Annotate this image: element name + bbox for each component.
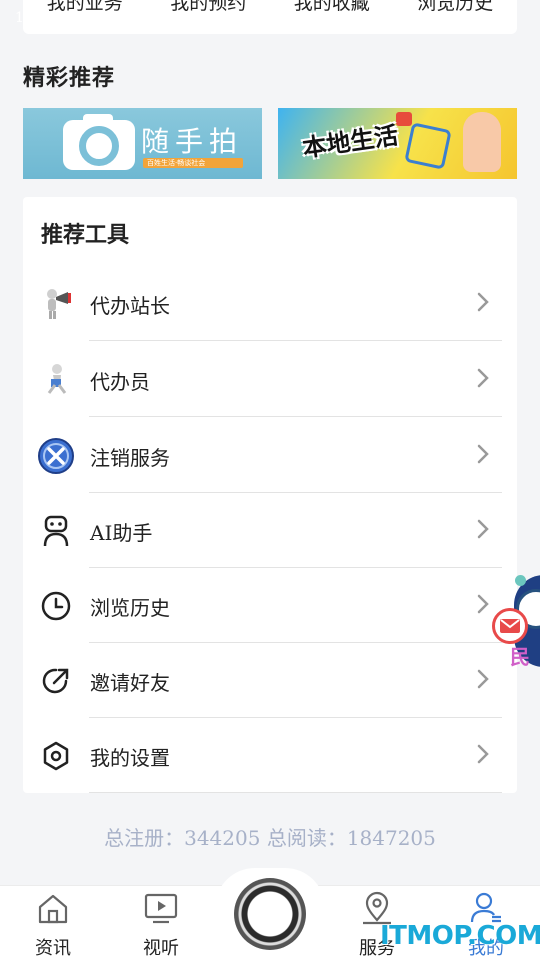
tab-news[interactable]: 资讯 bbox=[13, 886, 93, 960]
tool-label: 我的设置 bbox=[90, 746, 170, 770]
stats-text: 总注册：344205 总阅读：1847205 bbox=[104, 826, 436, 850]
banner-local-life-title: 本地生活 bbox=[300, 121, 400, 163]
robot-icon bbox=[37, 512, 75, 550]
floating-dot bbox=[515, 575, 526, 586]
shopping-cart-icon bbox=[404, 122, 452, 170]
chevron-right-icon bbox=[477, 444, 489, 464]
shortcut-my-business[interactable]: 我的业务 bbox=[47, 0, 123, 15]
banner-snapshot-title: 随手拍 bbox=[141, 125, 244, 158]
share-arrow-icon bbox=[37, 662, 75, 700]
shortcut-my-favorites[interactable]: 我的收藏 bbox=[294, 0, 370, 15]
chevron-right-icon bbox=[477, 669, 489, 689]
chevron-right-icon bbox=[477, 744, 489, 764]
watermark: ITMOP.COM bbox=[380, 921, 540, 951]
tools-title: 推荐工具 bbox=[41, 222, 130, 248]
mail-icon bbox=[500, 619, 520, 633]
divider bbox=[89, 416, 502, 417]
tool-label: 注销服务 bbox=[90, 446, 170, 470]
tool-item-agent[interactable]: 代办员 bbox=[23, 342, 517, 417]
chevron-right-icon bbox=[477, 368, 489, 388]
cancel-x-icon bbox=[37, 437, 75, 475]
shortcut-history[interactable]: 浏览历史 bbox=[417, 0, 493, 15]
clock-icon bbox=[37, 587, 75, 625]
running-person-icon bbox=[37, 361, 75, 399]
tab-label: 视听 bbox=[143, 938, 179, 959]
tab-media[interactable]: 视听 bbox=[121, 886, 201, 960]
center-logo-button[interactable] bbox=[234, 878, 306, 950]
home-icon bbox=[38, 894, 68, 924]
snack-bag-icon bbox=[396, 112, 412, 126]
shortcut-my-booking[interactable]: 我的预约 bbox=[170, 0, 246, 15]
recommend-section-title: 精彩推荐 bbox=[23, 65, 116, 91]
camera-lens-icon bbox=[79, 126, 119, 166]
tool-item-cancel-service[interactable]: 注销服务 bbox=[23, 418, 517, 493]
tool-label: 代办站长 bbox=[90, 294, 170, 318]
tools-card: 推荐工具 代办站长 代办员 注销服务 AI助手 浏览历史 邀请好友 我的设置 bbox=[23, 197, 517, 793]
banner-snapshot[interactable]: 随手拍 百姓生活·畅谈社会 bbox=[23, 108, 262, 179]
top-shortcuts-card: 我的业务 我的预约 我的收藏 浏览历史 bbox=[23, 0, 517, 34]
mail-button[interactable] bbox=[492, 608, 528, 644]
chevron-right-icon bbox=[477, 594, 489, 614]
tool-item-settings[interactable]: 我的设置 bbox=[23, 718, 517, 793]
tool-item-ai-assistant[interactable]: AI助手 bbox=[23, 493, 517, 568]
chevron-right-icon bbox=[477, 292, 489, 312]
tv-icon bbox=[144, 893, 178, 924]
banner-snapshot-subtitle: 百姓生活·畅谈社会 bbox=[143, 158, 243, 168]
tool-label: AI助手 bbox=[90, 521, 153, 545]
divider bbox=[89, 792, 502, 793]
settings-hexagon-icon bbox=[37, 737, 75, 775]
tool-label: 浏览历史 bbox=[90, 596, 170, 620]
tool-label: 邀请好友 bbox=[90, 671, 170, 695]
megaphone-person-icon bbox=[37, 285, 75, 323]
chevron-right-icon bbox=[477, 519, 489, 539]
girl-illustration bbox=[463, 112, 501, 172]
banner-local-life[interactable]: 本地生活 bbox=[278, 108, 517, 179]
tab-label: 资讯 bbox=[35, 938, 71, 959]
tool-item-station-agent[interactable]: 代办站长 bbox=[23, 266, 517, 341]
tool-item-history[interactable]: 浏览历史 bbox=[23, 568, 517, 643]
tool-label: 代办员 bbox=[90, 370, 150, 394]
divider bbox=[89, 340, 502, 341]
floating-widget-text: 民 bbox=[510, 645, 530, 669]
tool-item-invite[interactable]: 邀请好友 bbox=[23, 643, 517, 718]
